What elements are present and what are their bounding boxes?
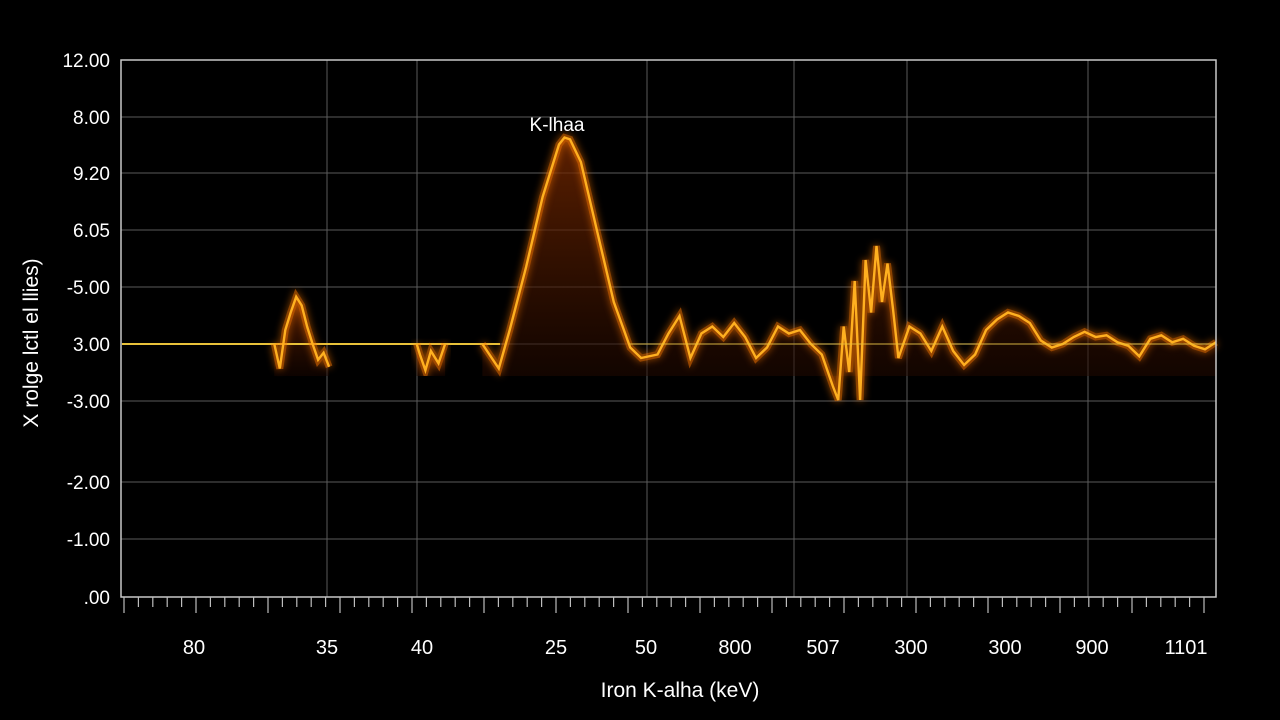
y-tick-label: 6.05 — [73, 221, 110, 242]
x-tick-label: 40 — [411, 637, 433, 659]
y-axis-label: X rolge lctl el llies) — [20, 258, 43, 427]
x-tick-label: 300 — [988, 637, 1021, 659]
x-tick-label: 80 — [183, 637, 205, 659]
x-tick-label: 35 — [316, 637, 338, 659]
y-tick-label: 12.00 — [62, 51, 110, 72]
y-tick-label: 9.20 — [73, 164, 110, 185]
x-tick-label: 507 — [806, 637, 839, 659]
series-fill — [274, 137, 1216, 400]
x-tick-label: 1101 — [1164, 637, 1207, 659]
x-tick-label: 50 — [635, 637, 657, 659]
x-tick-label: 25 — [545, 637, 567, 659]
x-minor-ticks — [123, 597, 1205, 613]
y-tick-label: 8.00 — [73, 108, 110, 129]
y-tick-label: .00 — [84, 588, 110, 609]
x-tick-label: 800 — [718, 637, 751, 659]
annotation-label: K-lhaa — [530, 115, 585, 136]
spectrum-chart: 12.00 8.00 9.20 6.05 -5.00 3.00 -3.00 -2.00 -1.0… — [20, 51, 1218, 702]
x-tick-label: 900 — [1075, 637, 1108, 659]
y-tick-label: -3.00 — [67, 392, 110, 413]
x-tick-labels: 80 35 40 25 50 800 507 300 300 900 1101 — [183, 637, 1208, 659]
x-tick-label: 300 — [894, 637, 927, 659]
y-tick-label: -5.00 — [67, 278, 110, 299]
y-tick-label: -2.00 — [67, 473, 110, 494]
y-tick-label: -1.00 — [67, 530, 110, 551]
x-axis-label: Iron K-alha (keV) — [601, 679, 760, 702]
y-tick-label: 3.00 — [73, 335, 110, 356]
y-tick-labels: 12.00 8.00 9.20 6.05 -5.00 3.00 -3.00 -2.00 -1.0… — [62, 51, 110, 609]
